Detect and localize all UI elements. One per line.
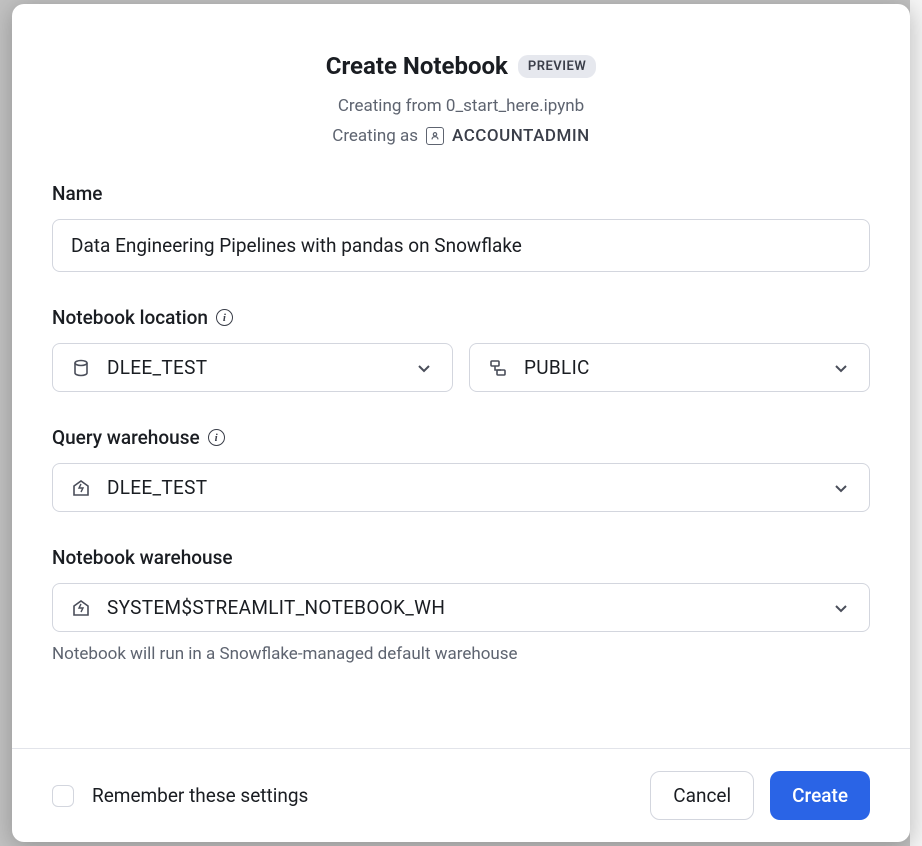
creating-from-prefix: Creating from [338, 96, 446, 116]
create-notebook-dialog: Create Notebook PREVIEW Creating from 0_… [12, 4, 910, 842]
database-value: DLEE_TEST [107, 356, 207, 379]
query-warehouse-label: Query warehouse [52, 426, 200, 449]
chevron-down-icon [831, 358, 851, 378]
warehouse-icon [71, 598, 91, 618]
create-button[interactable]: Create [770, 771, 870, 820]
creating-as-prefix: Creating as [332, 126, 418, 146]
info-icon[interactable]: i [208, 429, 225, 446]
dialog-header: Create Notebook PREVIEW Creating from 0_… [12, 4, 910, 174]
query-warehouse-select[interactable]: DLEE_TEST [52, 463, 870, 512]
remember-settings-checkbox[interactable] [52, 785, 74, 807]
notebook-warehouse-group: Notebook warehouse SYSTEM$STREAMLIT_NOTE… [52, 546, 870, 664]
database-select[interactable]: DLEE_TEST [52, 343, 453, 392]
creating-from-subtitle: Creating from 0_start_here.ipynb [52, 96, 870, 116]
creating-from-file: 0_start_here.ipynb [446, 96, 584, 116]
warehouse-icon [71, 478, 91, 498]
creating-as-row: Creating as ACCOUNTADMIN [52, 126, 870, 146]
chevron-down-icon [831, 598, 851, 618]
notebook-warehouse-value: SYSTEM$STREAMLIT_NOTEBOOK_WH [107, 596, 445, 619]
remember-settings-label: Remember these settings [92, 784, 308, 807]
query-warehouse-group: Query warehouse i DLEE_TEST [52, 426, 870, 512]
dialog-footer: Remember these settings Cancel Create [12, 748, 910, 842]
name-label: Name [52, 182, 870, 205]
preview-badge: PREVIEW [518, 55, 596, 78]
cancel-button[interactable]: Cancel [650, 771, 754, 820]
chevron-down-icon [831, 478, 851, 498]
query-warehouse-value: DLEE_TEST [107, 476, 207, 499]
creating-as-role: ACCOUNTADMIN [452, 126, 590, 146]
schema-value: PUBLIC [524, 356, 590, 379]
role-icon [426, 127, 444, 145]
schema-select[interactable]: PUBLIC [469, 343, 870, 392]
info-icon[interactable]: i [216, 309, 233, 326]
notebook-warehouse-label: Notebook warehouse [52, 546, 233, 569]
background [910, 0, 922, 846]
remember-settings-row: Remember these settings [52, 784, 308, 807]
notebook-warehouse-helper: Notebook will run in a Snowflake-managed… [52, 644, 870, 664]
name-input[interactable] [52, 219, 870, 272]
location-label: Notebook location [52, 306, 208, 329]
dialog-title: Create Notebook [326, 52, 508, 80]
location-field-group: Notebook location i DLEE_TEST [52, 306, 870, 392]
notebook-warehouse-select[interactable]: SYSTEM$STREAMLIT_NOTEBOOK_WH [52, 583, 870, 632]
schema-icon [488, 358, 508, 378]
dialog-body: Name Notebook location i [12, 174, 910, 748]
name-field-group: Name [52, 182, 870, 272]
database-icon [71, 358, 91, 378]
chevron-down-icon [414, 358, 434, 378]
